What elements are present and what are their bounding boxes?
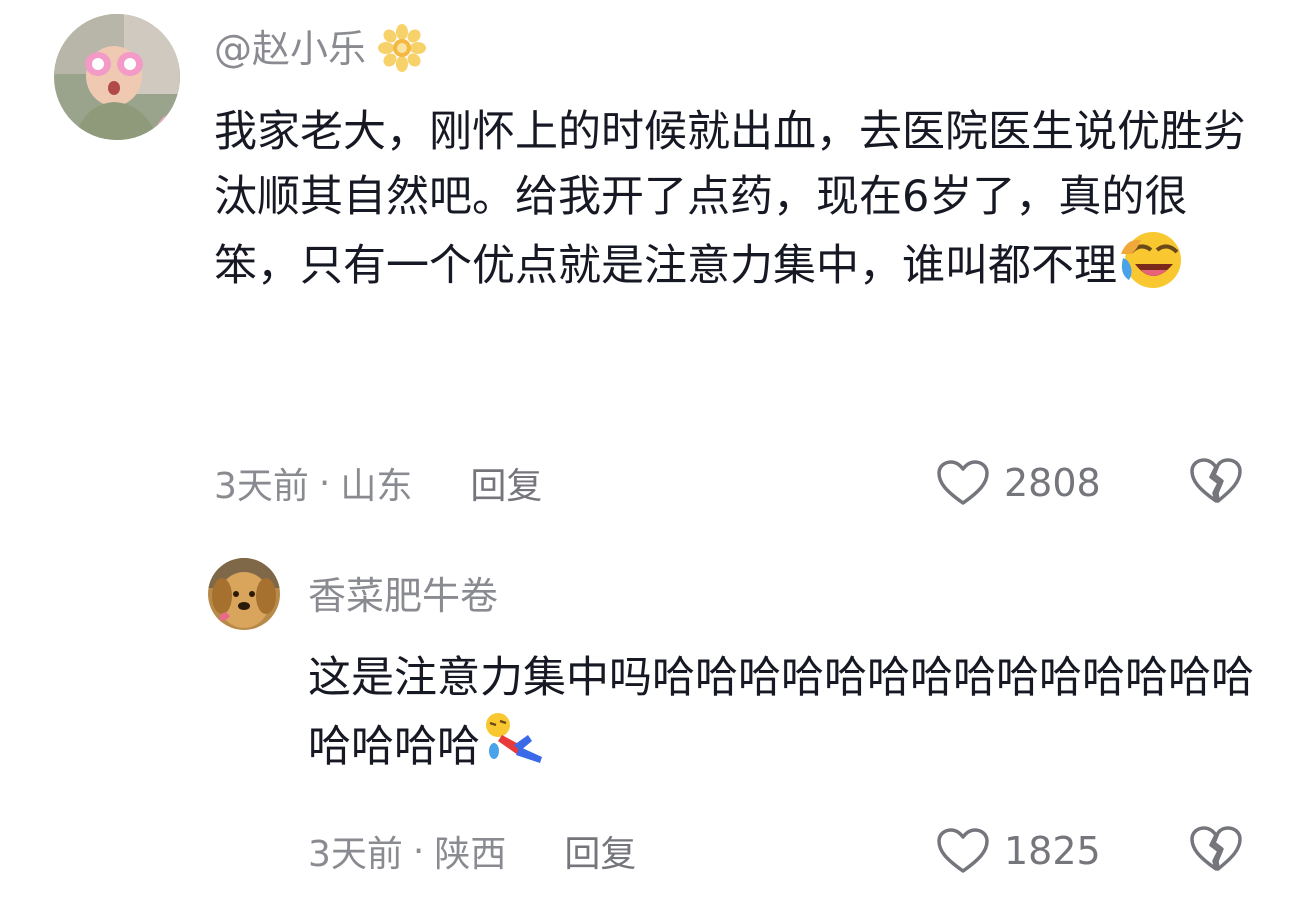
avatar[interactable] [54, 14, 180, 140]
location: 陕西 [434, 834, 507, 875]
like-count: 1825 [1004, 829, 1101, 873]
comment-meta: 3天前 · 陕西 回复 [308, 826, 636, 876]
timestamp: 3天前 [214, 466, 309, 507]
fallen-over-emoji [480, 711, 550, 790]
comment-text: 这是注意力集中吗哈哈哈哈哈哈哈哈哈哈哈哈哈哈哈哈哈哈 [308, 646, 1268, 790]
like-button[interactable]: 1825 [936, 826, 1101, 876]
comment-meta: 3天前 · 山东 回复 [214, 458, 542, 508]
dislike-button[interactable] [1188, 458, 1244, 508]
dislike-button[interactable] [1188, 826, 1244, 876]
username-text: @赵小乐 [214, 27, 367, 71]
comment-text-content: 这是注意力集中吗哈哈哈哈哈哈哈哈哈哈哈哈哈哈哈哈哈哈 [308, 653, 1254, 772]
location: 山东 [340, 466, 413, 507]
avatar[interactable] [208, 558, 280, 630]
reply-button[interactable]: 回复 [564, 825, 636, 877]
heart-icon [936, 459, 990, 507]
comment-text-content: 我家老大，刚怀上的时候就出血，去医院医生说优胜劣汰顺其自然吧。给我开了点药，现在… [214, 107, 1246, 291]
reply-button[interactable]: 回复 [470, 457, 542, 509]
reply-item: 香菜肥牛卷 这是注意力集中吗哈哈哈哈哈哈哈哈哈哈哈哈哈哈哈哈哈哈 3天前 · 陕… [0, 540, 1308, 913]
comment-item: @赵小乐 我家老大，刚怀上的时候就出血，去医院医生说优胜劣汰顺其自然吧。给我开了… [0, 0, 1308, 530]
username[interactable]: @赵小乐 [214, 24, 427, 83]
username-text: 香菜肥牛卷 [308, 574, 499, 618]
like-button[interactable]: 2808 [936, 458, 1101, 508]
like-count: 2808 [1004, 461, 1101, 505]
flower-emoji [378, 24, 427, 83]
broken-heart-icon [1189, 457, 1243, 509]
username[interactable]: 香菜肥牛卷 [308, 572, 498, 620]
heart-icon [936, 827, 990, 875]
laugh-cry-emoji [1117, 230, 1187, 309]
comment-text: 我家老大，刚怀上的时候就出血，去医院医生说优胜劣汰顺其自然吧。给我开了点药，现在… [214, 100, 1264, 309]
broken-heart-icon [1189, 825, 1243, 877]
separator-dot: · [412, 830, 425, 872]
timestamp: 3天前 [308, 834, 403, 875]
separator-dot: · [318, 462, 331, 504]
